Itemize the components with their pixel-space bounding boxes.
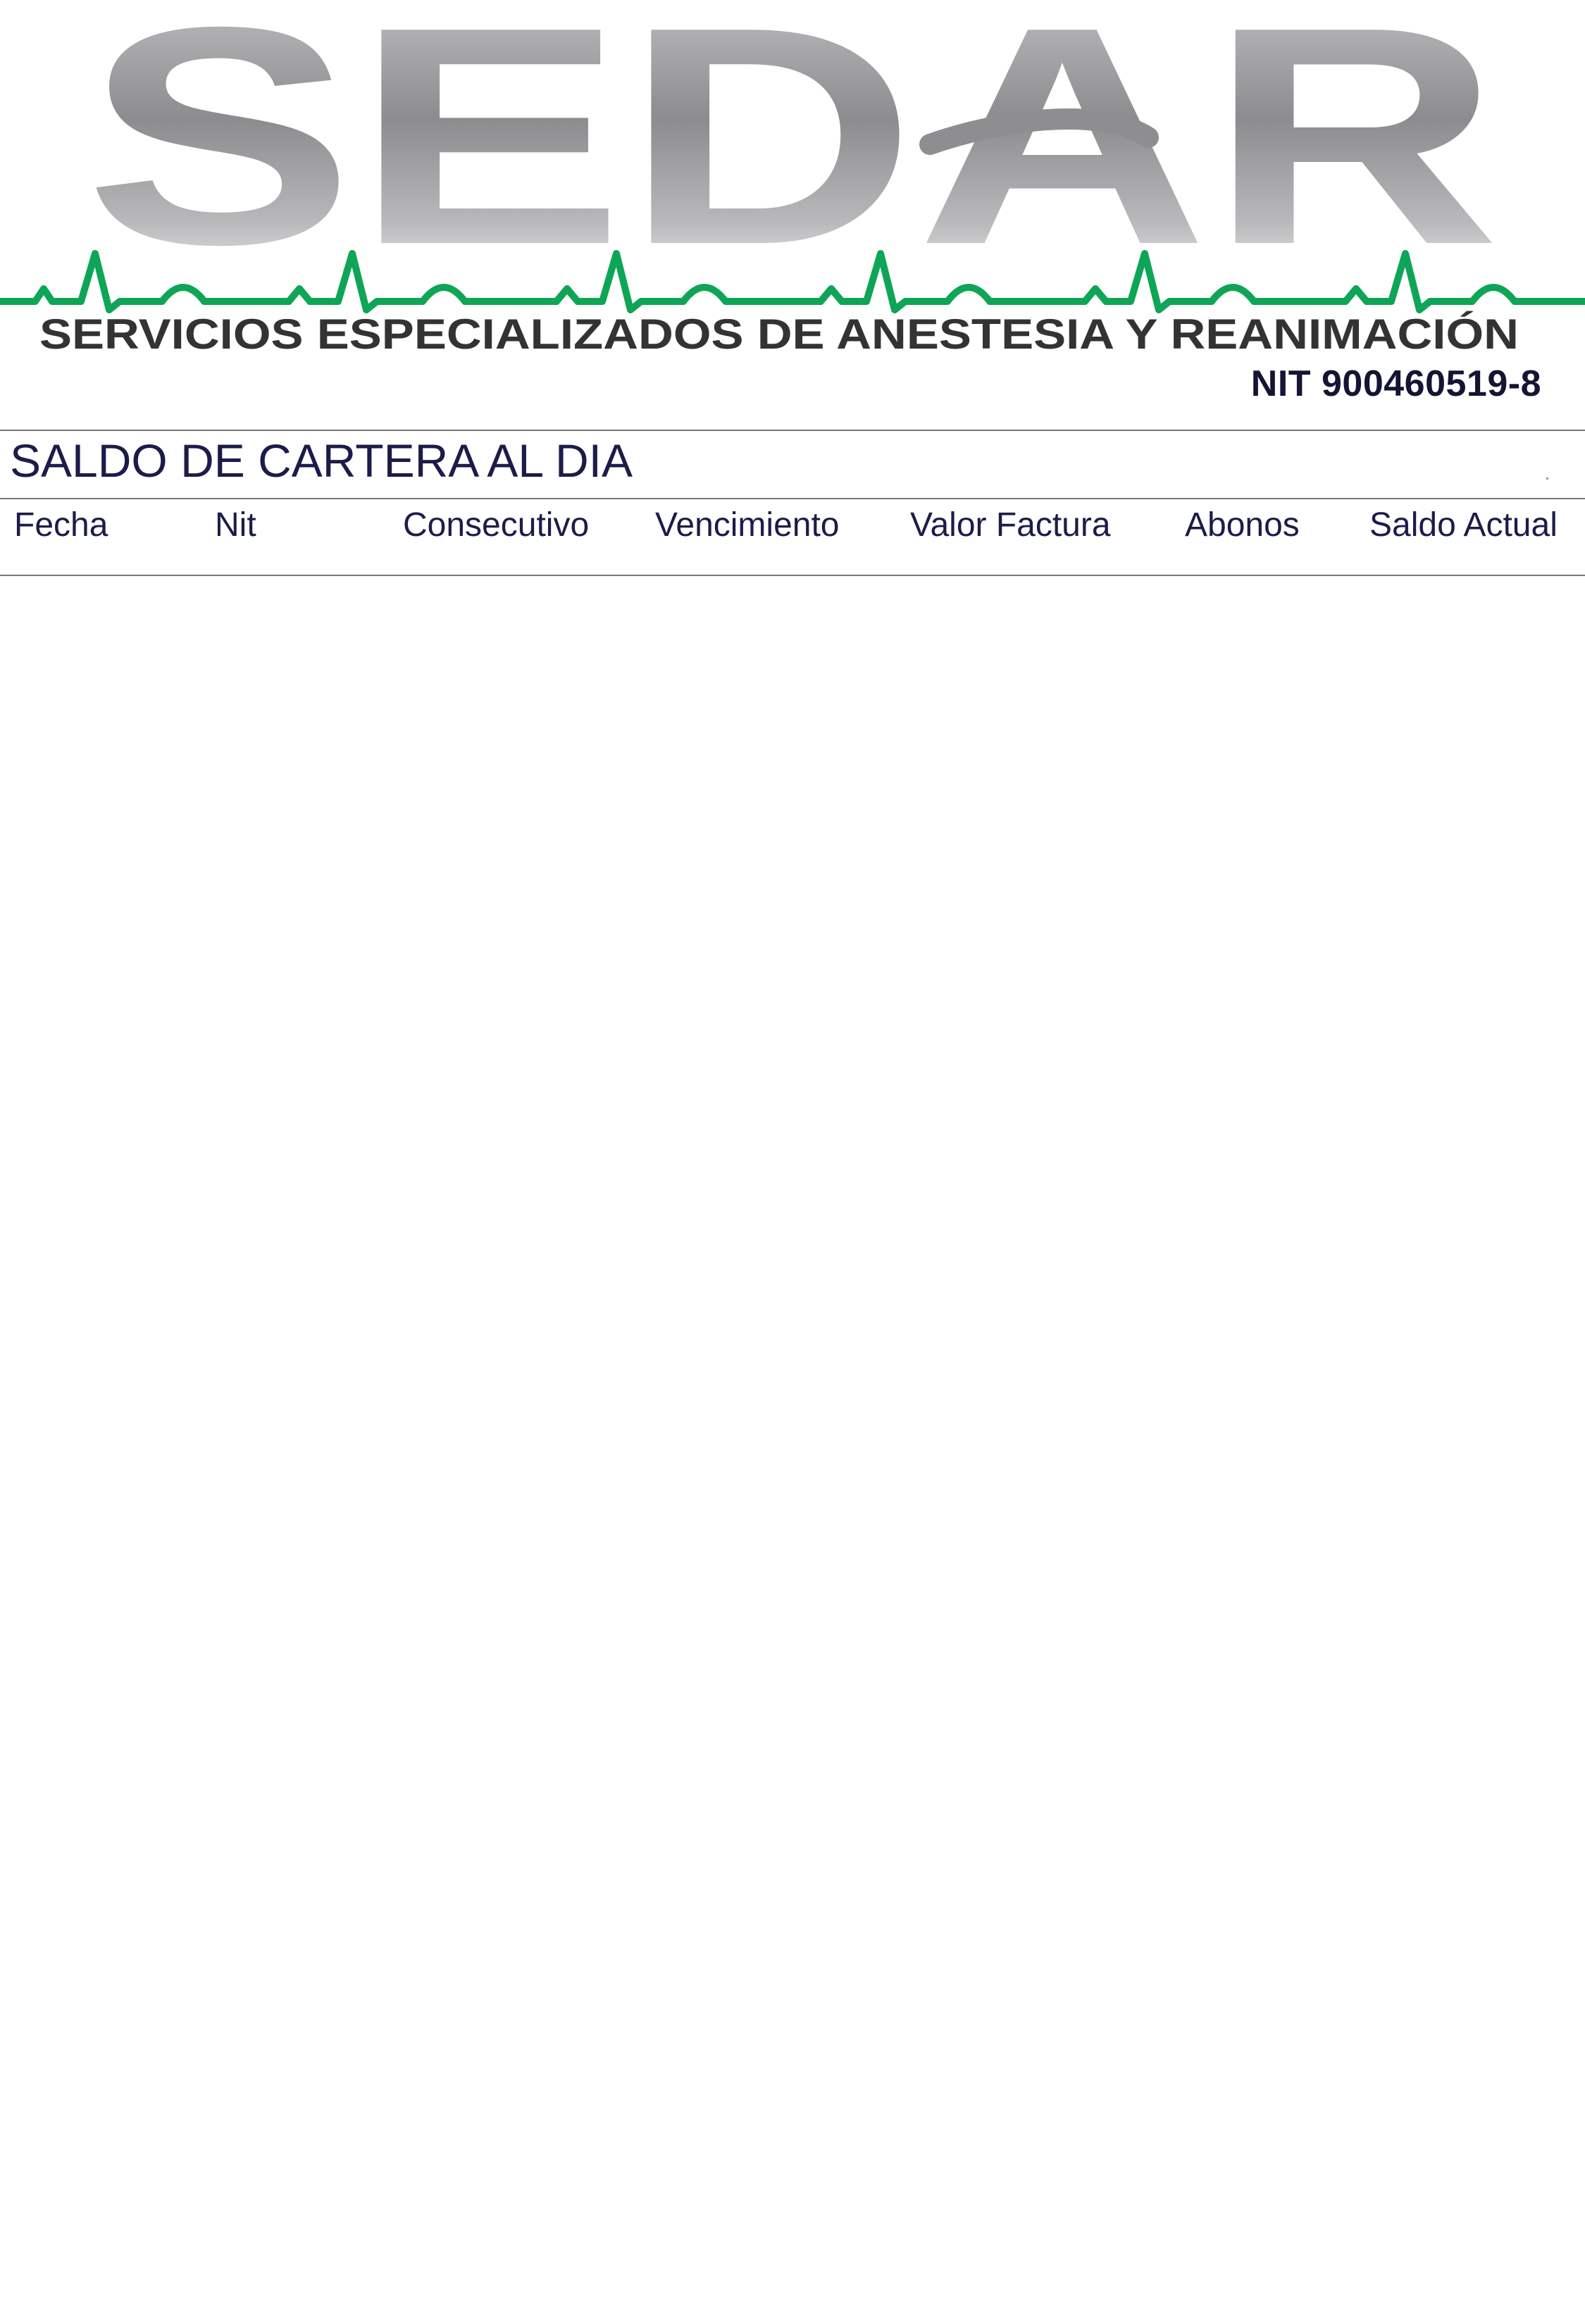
column-header-abonos: Abonos — [1185, 506, 1300, 544]
company-nit: NIT 900460519-8 — [1250, 363, 1541, 404]
sedar-logo: SEDAR SERVICIOS ESPECIALIZADOS DE ANESTE… — [0, 0, 1585, 358]
logo-wordmark: SEDAR — [85, 0, 1500, 309]
letterhead: SEDAR SERVICIOS ESPECIALIZADOS DE ANESTE… — [0, 0, 1585, 423]
column-header-vencimiento: Vencimiento — [655, 506, 840, 544]
column-header-fecha: Fecha — [14, 506, 108, 544]
divider-bottom — [0, 575, 1585, 576]
column-header-consecutivo: Consecutivo — [403, 506, 590, 544]
column-header-saldo-actual: Saldo Actual — [1369, 506, 1558, 544]
stray-dot — [1546, 477, 1548, 480]
column-header-nit: Nit — [215, 506, 256, 544]
divider-middle — [0, 498, 1585, 499]
column-header-valor-factura: Valor Factura — [910, 506, 1111, 544]
divider-top — [0, 430, 1585, 431]
company-subtitle: SERVICIOS ESPECIALIZADOS DE ANESTESIA Y … — [39, 311, 1519, 358]
report-title: SALDO DE CARTERA AL DIA — [10, 435, 633, 487]
